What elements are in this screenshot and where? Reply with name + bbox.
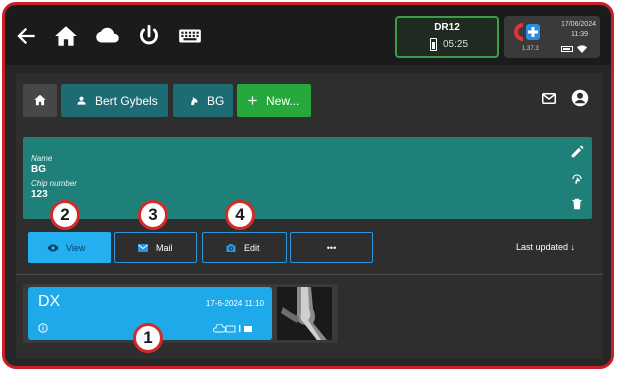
mail-icon xyxy=(138,243,148,252)
name-value: BG xyxy=(31,164,46,175)
system-time: 11:39 xyxy=(571,31,588,38)
view-button[interactable]: View xyxy=(28,232,111,263)
main-panel: Bert Gybels BG New... Name BG Chip numbe… xyxy=(16,73,603,359)
app-version: 1.37.3 xyxy=(522,46,539,52)
chip-number-value: 123 xyxy=(31,189,48,200)
chip-number-label: Chip number xyxy=(31,179,77,188)
plus-icon xyxy=(248,96,257,105)
new-button[interactable]: New... xyxy=(237,84,311,117)
account-icon[interactable] xyxy=(571,89,589,107)
top-status-bar: DR12 05:25 1.37.3 17/06/2024 11:39 xyxy=(5,5,611,65)
callout-4: 4 xyxy=(225,200,255,230)
more-options-label: ••• xyxy=(326,242,337,253)
horse-badge-icon[interactable] xyxy=(570,172,584,186)
home-icon xyxy=(34,94,46,106)
home-button[interactable] xyxy=(23,84,57,117)
app-logo xyxy=(514,23,540,41)
eye-icon xyxy=(47,244,59,251)
breadcrumb-animal-label: BG xyxy=(207,93,225,108)
breadcrumb-person[interactable]: Bert Gybels xyxy=(61,84,168,117)
delete-trash-icon[interactable] xyxy=(570,197,584,211)
device-time: 05:25 xyxy=(443,39,469,50)
name-label: Name xyxy=(31,154,53,163)
breadcrumb-person-label: Bert Gybels xyxy=(95,93,158,108)
person-icon xyxy=(77,96,86,105)
edit-button[interactable]: Edit xyxy=(202,232,287,263)
xray-image xyxy=(277,287,332,340)
horse-head-icon xyxy=(191,96,198,106)
power-icon[interactable] xyxy=(136,23,162,49)
sort-last-updated[interactable]: Last updated ↓ xyxy=(516,242,575,252)
divider xyxy=(16,274,603,275)
camera-icon xyxy=(226,243,236,252)
system-date: 17/06/2024 xyxy=(560,21,596,28)
wifi-icon xyxy=(577,45,587,53)
breadcrumb-animal[interactable]: BG xyxy=(173,84,233,117)
mail-button[interactable]: Mail xyxy=(114,232,197,263)
sync-status-icons xyxy=(213,324,252,333)
callout-1: 1 xyxy=(133,323,163,353)
mail-button-label: Mail xyxy=(156,242,173,253)
mail-icon[interactable] xyxy=(542,93,556,104)
app-frame: DR12 05:25 1.37.3 17/06/2024 11:39 Bert … xyxy=(2,2,614,369)
result-datetime: 17-6-2024 11:10 xyxy=(205,299,264,308)
callout-3: 3 xyxy=(138,200,168,230)
animal-card: Name BG Chip number 123 xyxy=(23,137,592,219)
callout-2: 2 xyxy=(50,200,80,230)
view-button-label: View xyxy=(66,242,86,253)
home-icon[interactable] xyxy=(53,23,79,49)
more-options-button[interactable]: ••• xyxy=(290,232,373,263)
device-status[interactable]: DR12 05:25 xyxy=(395,16,499,58)
new-button-label: New... xyxy=(266,93,300,108)
battery-icon xyxy=(561,46,573,52)
system-status: 1.37.3 17/06/2024 11:39 xyxy=(504,16,600,58)
edit-pencil-icon[interactable] xyxy=(570,145,584,159)
device-name: DR12 xyxy=(434,22,460,33)
edit-button-label: Edit xyxy=(244,242,260,253)
back-arrow-icon[interactable] xyxy=(13,23,39,49)
xray-thumbnail[interactable] xyxy=(277,287,332,340)
result-type: DX xyxy=(38,293,61,310)
cloud-icon[interactable] xyxy=(94,23,120,49)
info-icon[interactable] xyxy=(38,323,48,333)
keyboard-icon[interactable] xyxy=(177,23,203,49)
device-battery-icon xyxy=(430,38,437,51)
